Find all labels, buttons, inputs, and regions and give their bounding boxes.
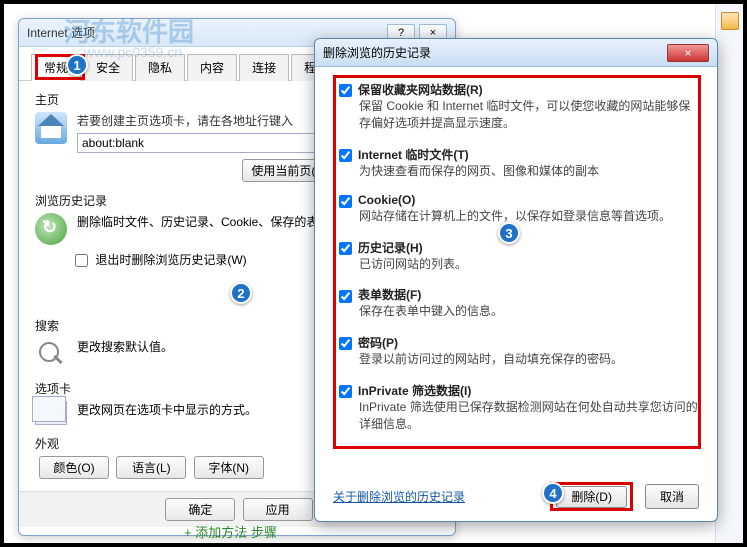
chk-inprivate[interactable] — [339, 385, 352, 398]
opt-title-2: Cookie(O) — [358, 193, 415, 207]
tabs-icon — [35, 401, 67, 425]
tab-privacy[interactable]: 隐私 — [135, 54, 185, 81]
opt-desc-0: 保留 Cookie 和 Internet 临时文件，可以使您收藏的网站能够保存偏… — [359, 98, 699, 132]
badge-3: 3 — [498, 222, 520, 244]
dialog2-close-button[interactable]: × — [667, 44, 709, 62]
opt-temp-files: Internet 临时文件(T) 为快速查看而保存的网页、图像和媒体的副本 — [339, 146, 699, 180]
confirm-delete-button[interactable]: 删除(D) — [556, 486, 627, 508]
opt-title-3: 历史记录(H) — [358, 241, 423, 255]
opt-inprivate: InPrivate 筛选数据(I) InPrivate 筛选使用已保存数据检测网… — [339, 382, 699, 433]
dialog2-body: 保留收藏夹网站数据(R) 保留 Cookie 和 Internet 临时文件，可… — [315, 67, 717, 461]
opt-desc-3: 已访问网站的列表。 — [359, 256, 699, 273]
search-icon — [35, 338, 67, 370]
opt-history: 历史记录(H) 已访问网站的列表。 — [339, 239, 699, 273]
colors-button[interactable]: 颜色(O) — [39, 456, 109, 479]
chk-cookies[interactable] — [339, 195, 352, 208]
opt-title-1: Internet 临时文件(T) — [358, 148, 469, 162]
page-sidebar — [715, 4, 743, 543]
badge-1: 1 — [66, 54, 88, 76]
cancel-button[interactable]: 取消 — [645, 484, 699, 509]
opt-preserve-favorites: 保留收藏夹网站数据(R) 保留 Cookie 和 Internet 临时文件，可… — [339, 81, 699, 132]
chk-history[interactable] — [339, 242, 352, 255]
opt-desc-1: 为快速查看而保存的网页、图像和媒体的副本 — [359, 163, 699, 180]
homepage-input[interactable] — [77, 133, 317, 153]
opt-title-4: 表单数据(F) — [358, 288, 421, 302]
chk-form-data[interactable] — [339, 290, 352, 303]
exit-delete-label: 退出时删除浏览历史记录(W) — [95, 253, 246, 267]
opt-title-6: InPrivate 筛选数据(I) — [358, 384, 471, 398]
opt-desc-5: 登录以前访问过的网站时，自动填充保存的密码。 — [359, 351, 699, 368]
page-footer-text: + 添加方法 步骤 — [184, 522, 277, 541]
dialog2-titlebar[interactable]: 删除浏览的历史记录 × — [315, 39, 717, 67]
opt-passwords: 密码(P) 登录以前访问过的网站时，自动填充保存的密码。 — [339, 334, 699, 368]
opt-cookies: Cookie(O) 网站存储在计算机上的文件，以保存如登录信息等首选项。 — [339, 193, 699, 224]
opt-title-0: 保留收藏夹网站数据(R) — [358, 83, 483, 97]
badge-2: 2 — [230, 282, 252, 304]
opt-form-data: 表单数据(F) 保存在表单中键入的信息。 — [339, 286, 699, 320]
tab-security[interactable]: 安全 — [83, 54, 133, 81]
dialog2-footer: 关于删除浏览的历史记录 删除(D) 取消 — [333, 482, 699, 511]
chk-passwords[interactable] — [339, 337, 352, 350]
tab-content[interactable]: 内容 — [187, 54, 237, 81]
ok-button[interactable]: 确定 — [165, 498, 235, 521]
apply-button[interactable]: 应用 — [243, 498, 313, 521]
chk-preserve-favorites[interactable] — [339, 84, 352, 97]
about-delete-link[interactable]: 关于删除浏览的历史记录 — [333, 488, 538, 505]
exit-delete-checkbox[interactable]: 退出时删除浏览历史记录(W) — [75, 253, 247, 267]
dialog2-title: 删除浏览的历史记录 — [323, 44, 667, 61]
badge-4: 4 — [542, 482, 564, 504]
exit-delete-input[interactable] — [75, 254, 88, 267]
rss-icon — [721, 12, 739, 30]
opt-desc-2: 网站存储在计算机上的文件，以保存如登录信息等首选项。 — [359, 208, 699, 225]
home-icon — [35, 112, 67, 144]
opt-desc-6: InPrivate 筛选使用已保存数据检测网站在何处自动共享您访问的详细信息。 — [359, 399, 699, 433]
opt-title-5: 密码(P) — [358, 336, 398, 350]
languages-button[interactable]: 语言(L) — [116, 456, 186, 479]
tab-connections[interactable]: 连接 — [239, 54, 289, 81]
opt-desc-4: 保存在表单中键入的信息。 — [359, 303, 699, 320]
history-icon — [35, 213, 67, 245]
chk-temp-files[interactable] — [339, 149, 352, 162]
delete-history-dialog: 删除浏览的历史记录 × 保留收藏夹网站数据(R) 保留 Cookie 和 Int… — [314, 38, 718, 522]
fonts-button[interactable]: 字体(N) — [194, 456, 264, 479]
